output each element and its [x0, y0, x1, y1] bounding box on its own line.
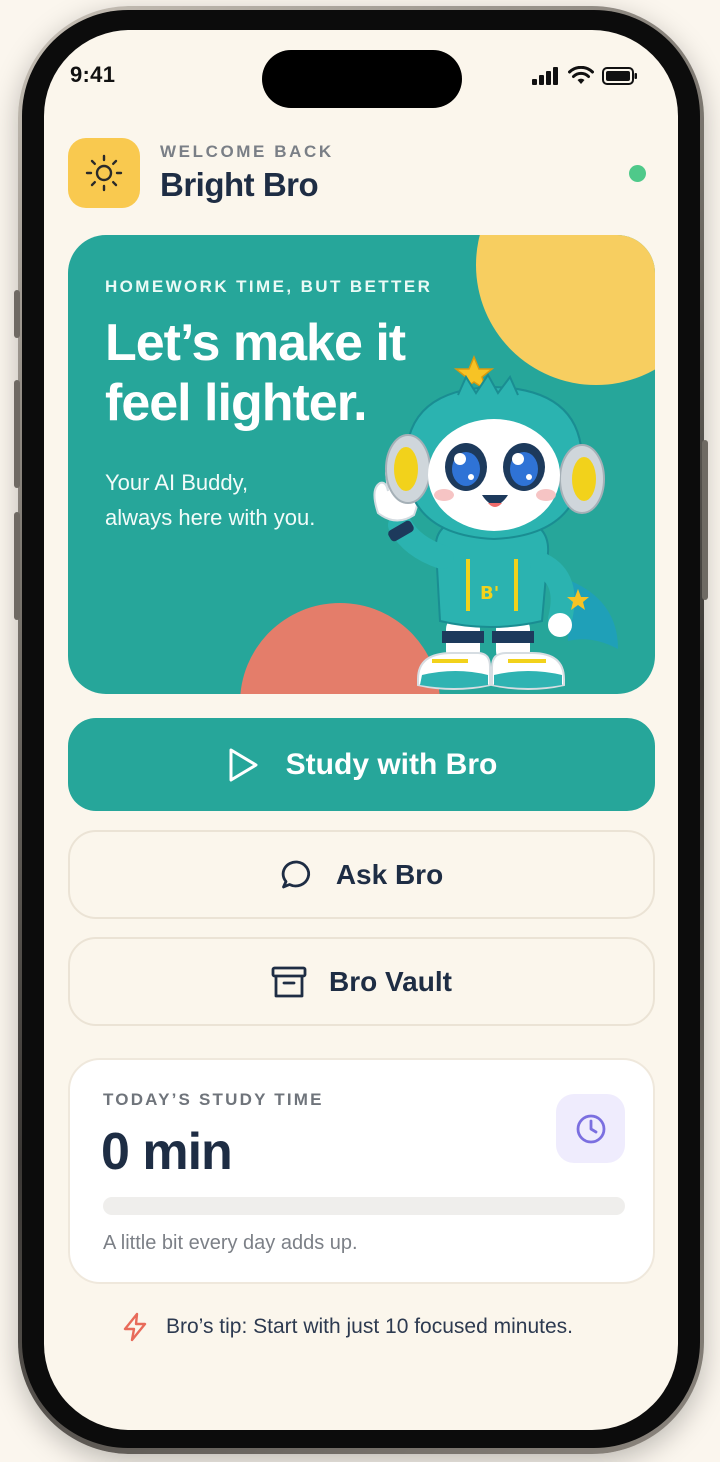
study-progress-bar [103, 1197, 625, 1215]
power-button [702, 440, 708, 600]
study-time-label: TODAY’S STUDY TIME [103, 1090, 324, 1109]
study-time-value: 0 min [101, 1123, 233, 1181]
status-time: 9:41 [70, 62, 116, 87]
bro-tip-text: Bro’s tip: Start with just 10 focused mi… [166, 1315, 573, 1338]
volume-up-button [14, 380, 20, 488]
play-icon [229, 748, 258, 781]
ask-bro-button[interactable]: Ask Bro [68, 830, 655, 919]
archive-box-icon [271, 966, 307, 997]
study-with-bro-label: Study with Bro [285, 747, 498, 781]
clock-icon [576, 1114, 605, 1143]
status-icons [532, 66, 638, 85]
hero-card: HOMEWORK TIME, BUT BETTER Let’s make it … [68, 235, 655, 694]
bro-tip: Bro’s tip: Start with just 10 focused mi… [120, 1312, 573, 1342]
welcome-label: WELCOME BACK [160, 142, 334, 161]
app-logo [68, 138, 140, 208]
lightning-icon [123, 1312, 147, 1342]
volume-down-button [14, 512, 20, 620]
online-status-dot [629, 165, 646, 182]
chat-bubble-icon [281, 860, 310, 888]
signal-icon [532, 66, 558, 85]
wifi-icon [568, 66, 594, 84]
dynamic-island [262, 50, 462, 108]
user-name: Bright Bro [160, 166, 319, 203]
ask-bro-label: Ask Bro [335, 858, 444, 890]
study-time-card: TODAY’S STUDY TIME 0 min A little bit ev… [68, 1058, 655, 1284]
bro-vault-label: Bro Vault [329, 965, 452, 997]
action-button [14, 290, 20, 338]
mascot-illustration: B' [373, 355, 618, 690]
svg-text:B': B' [480, 583, 499, 604]
battery-icon [602, 66, 637, 85]
study-with-bro-button[interactable]: Study with Bro [68, 718, 655, 811]
bro-vault-button[interactable]: Bro Vault [68, 937, 655, 1026]
hero-eyebrow: HOMEWORK TIME, BUT BETTER [105, 277, 433, 296]
clock-badge [556, 1094, 625, 1163]
study-note: A little bit every day adds up. [103, 1232, 358, 1254]
sun-icon [85, 154, 123, 192]
